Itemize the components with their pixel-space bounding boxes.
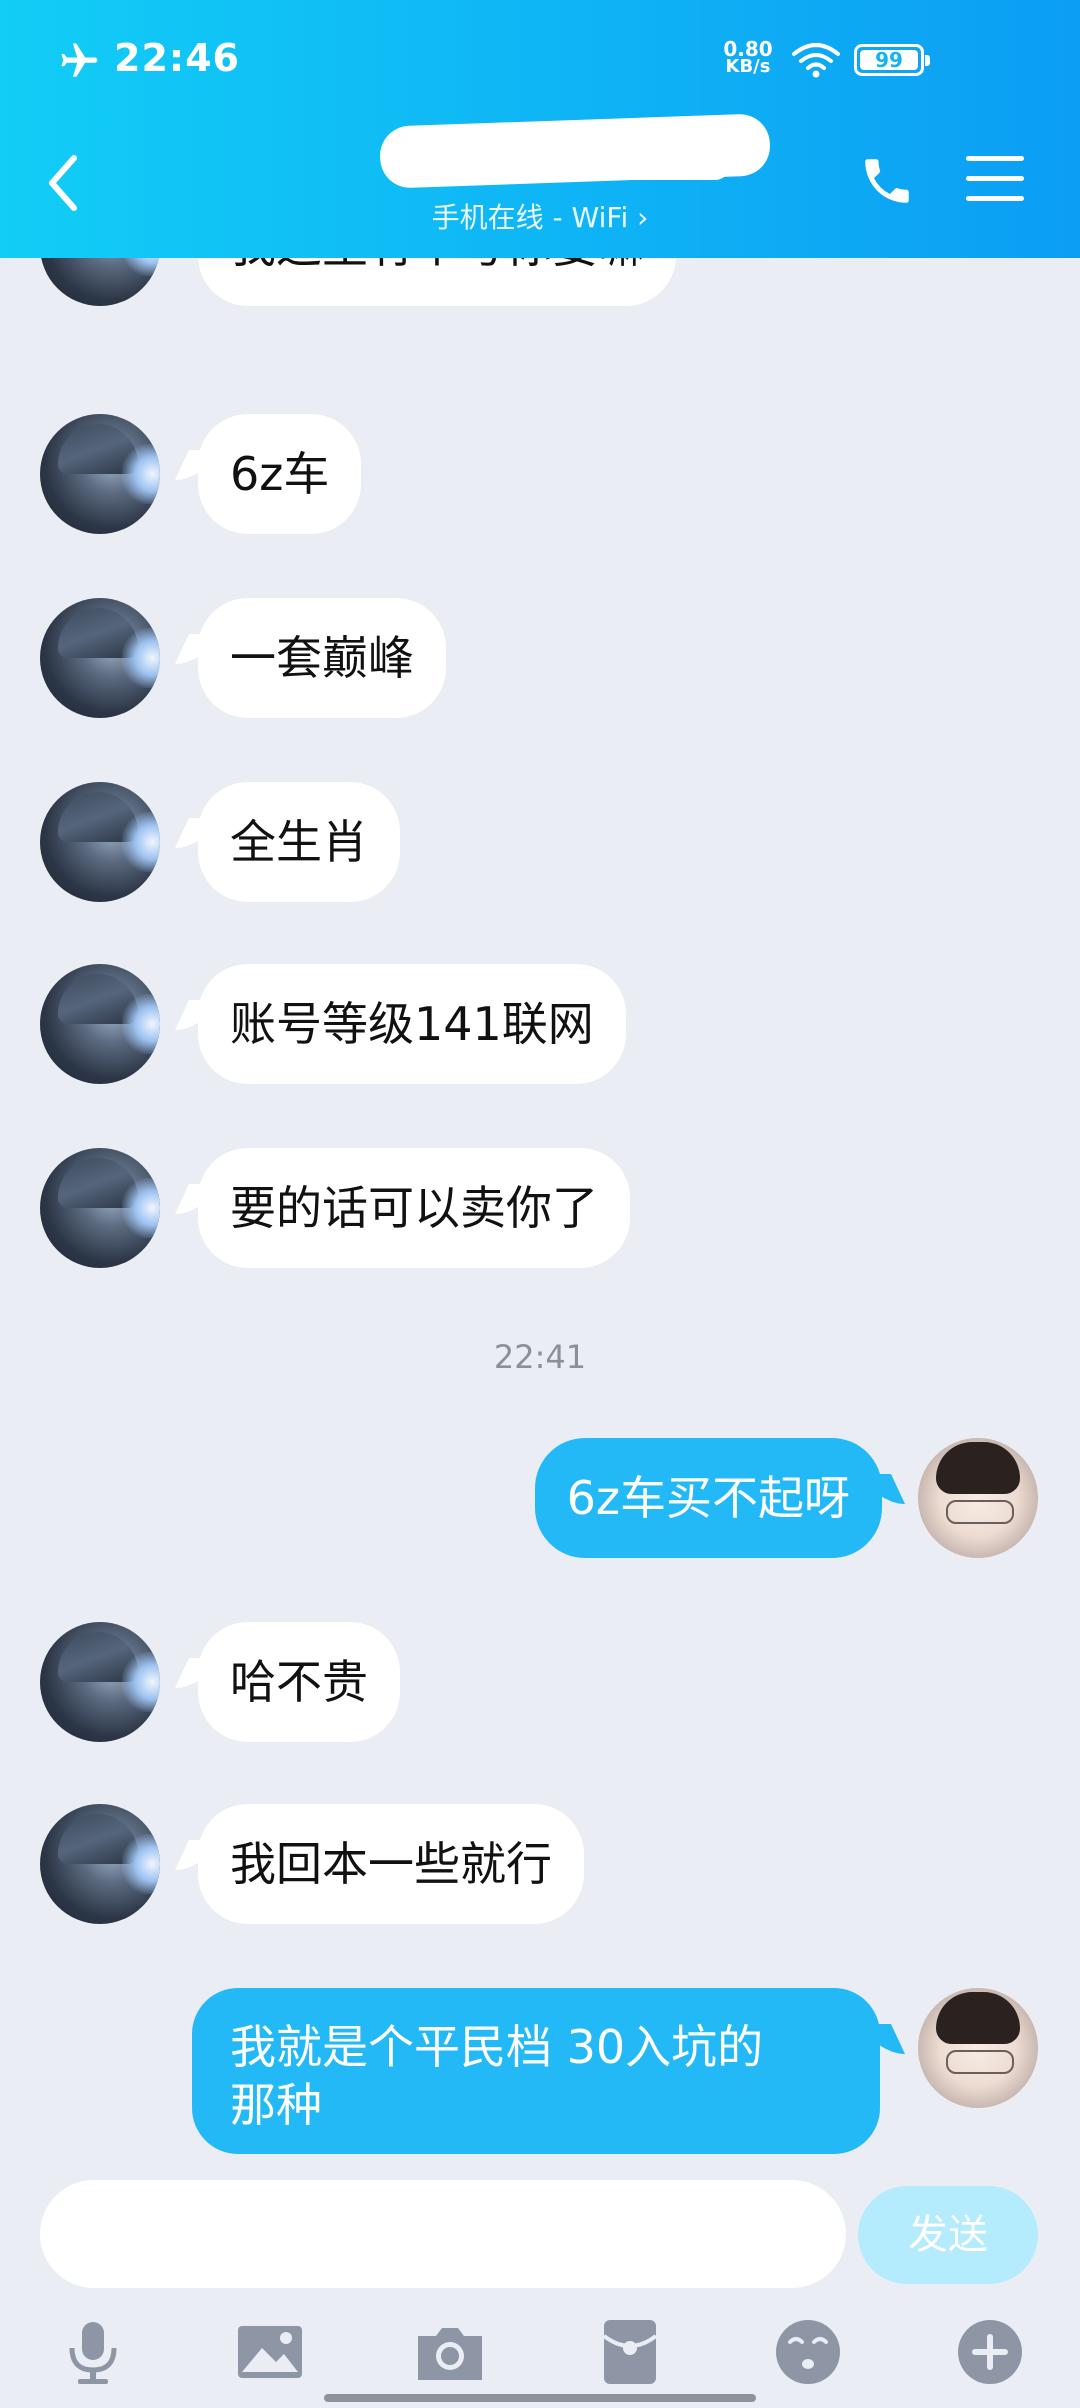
- battery-indicator: 99: [854, 44, 930, 76]
- chat-header: 22:46 0.80 KB/s 99 手机在线 - WiFi ›: [0, 0, 1080, 258]
- message-bubble[interactable]: 全生肖: [198, 782, 400, 902]
- contact-avatar[interactable]: [40, 964, 160, 1084]
- contact-avatar[interactable]: [40, 782, 160, 902]
- status-bar: 22:46 0.80 KB/s 99: [0, 0, 1080, 120]
- message-timestamp: 22:41: [493, 1338, 587, 1376]
- input-toolbar: [0, 2316, 1080, 2388]
- status-time: 22:46: [114, 36, 240, 80]
- image-icon[interactable]: [234, 2316, 306, 2388]
- menu-icon[interactable]: [966, 156, 1024, 206]
- contact-avatar[interactable]: [40, 598, 160, 718]
- airplane-mode-icon: [61, 43, 98, 77]
- my-avatar[interactable]: [918, 1438, 1038, 1558]
- contact-avatar[interactable]: [40, 1622, 160, 1742]
- contact-avatar[interactable]: [40, 258, 160, 306]
- contact-name-redacted-mark: [420, 150, 730, 180]
- message-bubble[interactable]: 要的话可以卖你了: [198, 1148, 630, 1268]
- input-area: 发送: [0, 2156, 1080, 2408]
- message-bubble[interactable]: 我回本一些就行: [198, 1804, 584, 1924]
- message-bubble[interactable]: 账号等级141联网: [198, 964, 626, 1084]
- contact-avatar[interactable]: [40, 414, 160, 534]
- message-bubble[interactable]: 6z车买不起呀: [534, 1438, 882, 1558]
- wifi-icon: [792, 43, 840, 78]
- send-button[interactable]: 发送: [858, 2186, 1038, 2284]
- microphone-icon[interactable]: [56, 2316, 128, 2388]
- my-avatar[interactable]: [918, 1988, 1038, 2108]
- message-bubble[interactable]: 6z车: [198, 414, 362, 534]
- message-input[interactable]: [40, 2180, 846, 2288]
- message-bubble[interactable]: 我就是个平民档 30入坑的 那种: [192, 1988, 880, 2154]
- contact-avatar[interactable]: [40, 1804, 160, 1924]
- message-bubble[interactable]: 我这里有个号你要嘛: [198, 258, 676, 306]
- red-packet-icon[interactable]: [594, 2316, 666, 2388]
- message-bubble[interactable]: 哈不贵: [198, 1622, 400, 1742]
- online-status[interactable]: 手机在线 - WiFi ›: [0, 196, 1080, 236]
- phone-call-icon[interactable]: [858, 152, 916, 210]
- message-list[interactable]: 我这里有个号你要嘛 6z车 一套巅峰 全生肖 账号等级141联网 要的话可以卖你…: [0, 258, 1080, 2156]
- network-speed: 0.80 KB/s: [723, 37, 773, 77]
- camera-icon[interactable]: [414, 2316, 486, 2388]
- emoji-icon[interactable]: [772, 2316, 844, 2388]
- home-indicator[interactable]: [324, 2394, 756, 2402]
- plus-icon[interactable]: [954, 2316, 1026, 2388]
- message-bubble[interactable]: 一套巅峰: [198, 598, 446, 718]
- contact-avatar[interactable]: [40, 1148, 160, 1268]
